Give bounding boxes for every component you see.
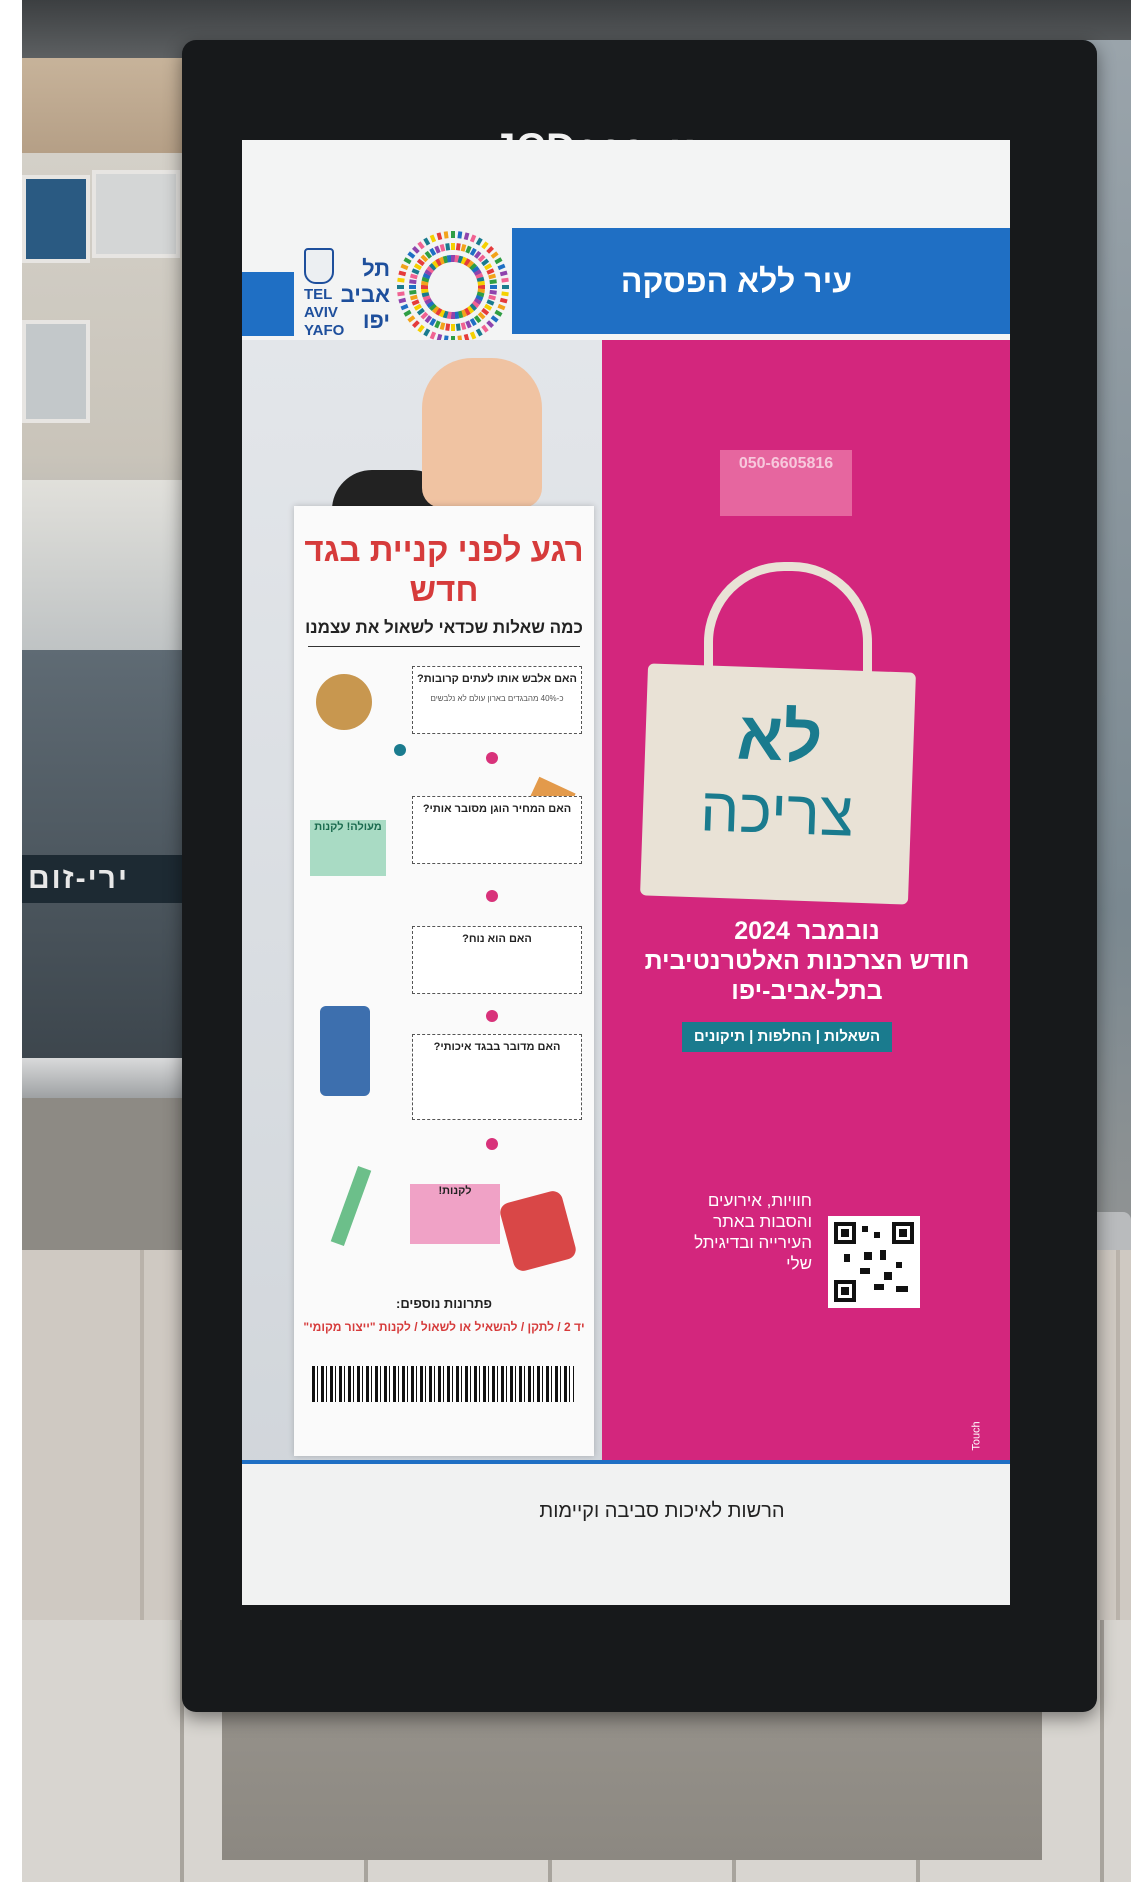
tip-pink: לקנות!: [410, 1184, 500, 1244]
question-box: האם אלבש אותו לעתים קרובות? כ-40% מהבגדי…: [412, 666, 582, 734]
bag-text-line2: צריכה: [699, 775, 855, 850]
question-title: האם המחיר הוגן מסובר אותי?: [422, 803, 572, 815]
campaign-text: נובמבר 2024 חודש הצרכנות האלטרנטיבית בתל…: [612, 916, 1002, 1006]
sheet-footer-options: יד 2 / לתקן / להשאיל או לשאול / לקנות "י…: [303, 1320, 585, 1334]
hat-icon: [316, 674, 372, 730]
logo-english-line2: YAFO: [304, 322, 345, 339]
street-scene: ירי-זום JCDecaux עיר ללא הפסקה תל אביב י…: [0, 0, 1131, 1882]
campaign-tags: השאלות | החלפות | תיקונים: [682, 1022, 892, 1052]
footer-blue-line: [242, 1460, 1010, 1464]
shopfront: [22, 480, 182, 650]
poster-footer: [242, 1460, 1010, 1605]
question-title: האם אלבש אותו לעתים קרובות?: [417, 673, 577, 685]
question-box: האם המחיר הוגן מסובר אותי?: [412, 796, 582, 864]
hand-holding-sheet: [422, 358, 542, 508]
sheet-subtitle: כמה שאלות שכדאי לשאול את עצמנו: [305, 618, 583, 637]
campaign-date: נובמבר 2024: [734, 917, 880, 945]
measuring-tape-icon: [330, 1166, 372, 1246]
campaign-line1: חודש הצרכנות האלטרנטיבית: [644, 947, 970, 975]
jeans-icon: [320, 1006, 370, 1096]
shelter-rail: [22, 1058, 192, 1098]
question-box: האם הוא נוח?: [412, 926, 582, 994]
street-sign-text: ירי-זום: [22, 855, 187, 903]
question-box: האם מדובר בבגד איכותי?: [412, 1034, 582, 1120]
campaign-info: חוויות, אירועים והסבות באתר העירייה ובדי…: [694, 1191, 812, 1273]
sheet-footer-title: פתרונות נוספים:: [396, 1296, 492, 1311]
phone-tag: 050-6605816: [720, 450, 852, 516]
step-dot-icon: [394, 744, 406, 756]
step-dot-icon: [486, 752, 498, 764]
logo-english-line1: TEL AVIV: [304, 286, 338, 321]
sneakers-icon: [498, 1188, 578, 1274]
poster: עיר ללא הפסקה תל אביב יפו TEL AVIV YAFO …: [242, 140, 1010, 1605]
barcode: [312, 1366, 574, 1402]
step-dot-icon: [486, 1138, 498, 1150]
bag-text-line1: לא: [735, 697, 824, 777]
questions-sheet: רגע לפני קניית בגד חדש כמה שאלות שכדאי ל…: [294, 506, 594, 1456]
sheet-title: רגע לפני קניית בגד חדש: [304, 531, 584, 608]
city-slogan: עיר ללא הפסקה: [620, 263, 852, 299]
city-emblem-icon: [304, 248, 334, 284]
tote-bag: לא צריכה: [640, 663, 916, 905]
printer-mark: Touch: [970, 1421, 983, 1451]
window: [22, 320, 90, 423]
image-border: [0, 0, 22, 1882]
step-dot-icon: [486, 890, 498, 902]
window: [92, 170, 180, 258]
header-blue-stripe: [242, 272, 294, 336]
qr-code-icon: [828, 1216, 920, 1308]
question-text: כ-40% מהבגדים בארון עולם לא נלבשים: [430, 694, 564, 703]
city-logo-burst-icon: [397, 231, 509, 343]
campaign-line2: בתל-אביב-יפו: [731, 977, 883, 1005]
authority-name: הרשות לאיכות סביבה וקיימות: [539, 1500, 785, 1522]
step-dot-icon: [486, 1010, 498, 1022]
window: [22, 175, 90, 263]
question-title: האם מדובר בבגד איכותי?: [433, 1041, 561, 1053]
tip-green: מעולה! לקנות: [310, 820, 386, 876]
divider: [308, 646, 580, 647]
question-title: האם הוא נוח?: [462, 933, 532, 945]
